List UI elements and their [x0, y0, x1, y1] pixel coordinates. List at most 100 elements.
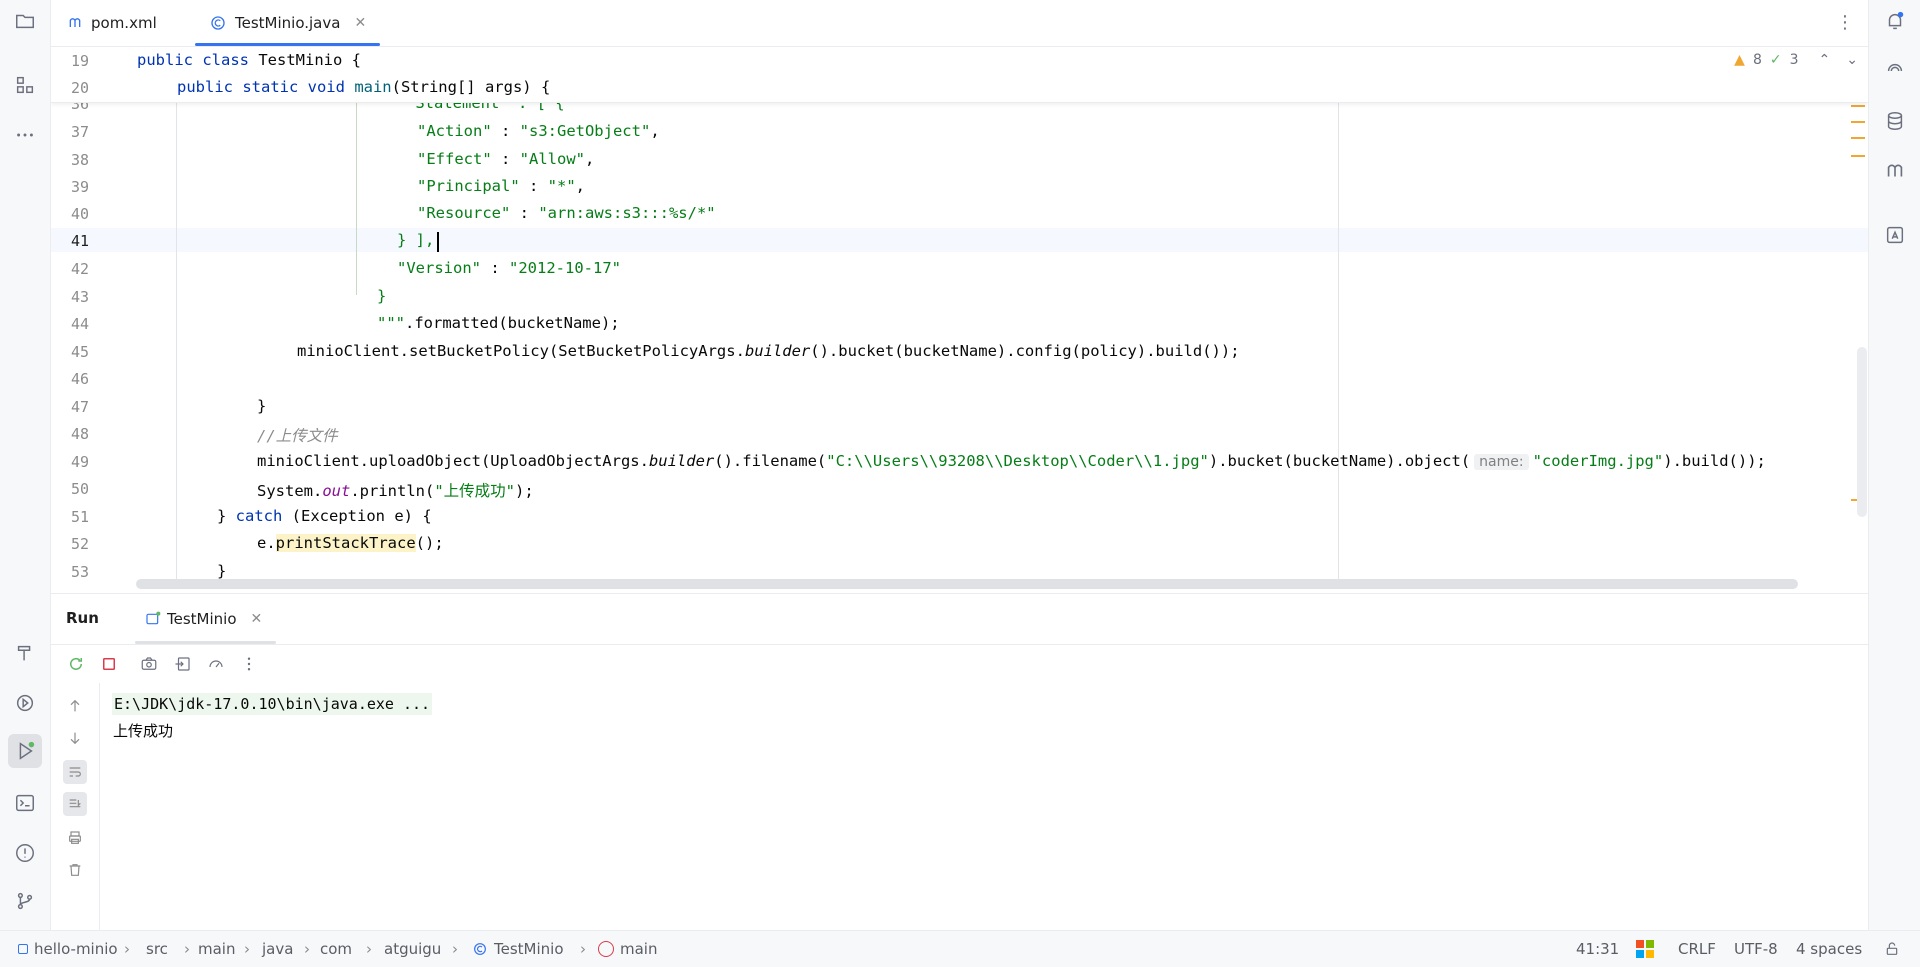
- print-icon[interactable]: [63, 826, 87, 850]
- file-encoding[interactable]: UTF-8: [1734, 931, 1778, 967]
- more-options-icon[interactable]: [238, 653, 260, 675]
- soft-wrap-icon[interactable]: [63, 760, 87, 784]
- chevron-down-icon[interactable]: ⌄: [1846, 52, 1858, 68]
- camera-icon[interactable]: [138, 653, 160, 675]
- code-line: public static void main(String[] args) {: [177, 78, 551, 96]
- line-number: 50: [70, 480, 89, 498]
- warning-marker[interactable]: [1851, 121, 1865, 123]
- method-icon: [598, 941, 614, 957]
- code-line: "Version" : "2012-10-17": [397, 259, 621, 277]
- warning-icon: ▲: [1734, 52, 1745, 68]
- right-tool-strip: [1868, 0, 1920, 930]
- current-line-highlight: [51, 228, 1868, 252]
- chevron-up-icon[interactable]: ⌃: [1819, 52, 1831, 68]
- translate-icon[interactable]: [1878, 218, 1912, 252]
- breadcrumb-com[interactable]: com: [320, 931, 352, 967]
- tab-testminio-java[interactable]: TestMinio.java ✕: [195, 0, 381, 46]
- status-bar: hello-minio › src › main › java › com › …: [0, 930, 1920, 967]
- breadcrumb-src[interactable]: src: [146, 931, 168, 967]
- breadcrumb-project[interactable]: hello-minio: [18, 931, 118, 967]
- check-icon: ✓: [1769, 52, 1782, 68]
- ai-assistant-icon[interactable]: [1878, 54, 1912, 88]
- code-line: }: [217, 562, 227, 580]
- chevron-right-icon: ›: [452, 940, 458, 958]
- rerun-icon[interactable]: [65, 653, 87, 675]
- code-line: "Action" : "s3:GetObject",: [417, 122, 660, 140]
- right-margin-guide: [1338, 102, 1339, 582]
- more-tools-icon[interactable]: [8, 118, 42, 152]
- maven-icon[interactable]: [1878, 154, 1912, 188]
- line-number: 43: [70, 288, 89, 306]
- code-line: "Principal" : "*",: [417, 177, 585, 195]
- run-panel-header: Run TestMinio ✕: [51, 594, 1868, 645]
- editor-tab-bar: pom.xml TestMinio.java ✕ ⋮: [51, 0, 1868, 47]
- build-hammer-icon[interactable]: [8, 636, 42, 670]
- line-number: 39: [70, 178, 89, 196]
- code-line: System.out.println("上传成功");: [257, 482, 534, 500]
- terminal-icon[interactable]: [8, 786, 42, 820]
- tab-testminio-run[interactable]: TestMinio ✕: [131, 594, 277, 644]
- breadcrumb-java[interactable]: java: [262, 931, 293, 967]
- line-number: 38: [70, 151, 89, 169]
- console-output-line: 上传成功: [113, 722, 174, 740]
- arrow-down-icon[interactable]: [63, 726, 87, 750]
- horizontal-scrollbar[interactable]: [136, 579, 1798, 589]
- close-icon[interactable]: ✕: [354, 15, 366, 31]
- trash-icon[interactable]: [63, 858, 87, 882]
- parameter-hint: name:: [1474, 454, 1529, 470]
- run-tool-icon[interactable]: [8, 734, 42, 768]
- run-panel-title: Run: [66, 609, 99, 627]
- line-number: 48: [70, 425, 89, 443]
- structure-icon[interactable]: [8, 68, 42, 102]
- vertical-scrollbar[interactable]: [1857, 347, 1867, 517]
- restore-layout-icon[interactable]: [172, 653, 194, 675]
- windows-logo-icon[interactable]: [1636, 931, 1654, 967]
- line-number: 45: [70, 343, 89, 361]
- code-line: "Resource" : "arn:aws:s3:::%s/*": [417, 204, 716, 222]
- breadcrumb-testminio[interactable]: TestMinio: [472, 931, 564, 967]
- project-folder-icon[interactable]: [8, 4, 42, 38]
- git-icon[interactable]: [8, 884, 42, 918]
- breadcrumb-atguigu[interactable]: atguigu: [384, 931, 441, 967]
- code-line: e.printStackTrace();: [257, 534, 444, 552]
- active-tab-indicator: [195, 43, 381, 46]
- line-number: 46: [70, 370, 89, 388]
- database-icon[interactable]: [1878, 104, 1912, 138]
- breadcrumb-main[interactable]: main: [198, 931, 235, 967]
- check-count: 3: [1789, 52, 1799, 68]
- maven-icon: [67, 15, 83, 31]
- code-editor[interactable]: 19 public class TestMinio { 20 public st…: [51, 47, 1868, 592]
- profiler-icon[interactable]: [205, 653, 227, 675]
- active-tab-indicator: [135, 641, 277, 644]
- services-icon[interactable]: [8, 686, 42, 720]
- stop-icon[interactable]: [98, 653, 120, 675]
- inspection-widget[interactable]: ▲ 8 ✓ 3 ⌃ ⌄: [1734, 47, 1858, 73]
- warning-marker[interactable]: [1851, 137, 1865, 139]
- line-ending[interactable]: CRLF: [1678, 931, 1716, 967]
- close-icon[interactable]: ✕: [251, 611, 263, 627]
- line-number: 37: [70, 123, 89, 141]
- code-line: public class TestMinio {: [137, 51, 361, 69]
- tab-pom-xml[interactable]: pom.xml: [67, 0, 157, 46]
- arrow-up-icon[interactable]: [63, 694, 87, 718]
- tab-label: pom.xml: [91, 14, 157, 32]
- warning-count: 8: [1752, 52, 1762, 68]
- chevron-right-icon: ›: [366, 940, 372, 958]
- chevron-right-icon: ›: [304, 940, 310, 958]
- lock-icon[interactable]: [1884, 931, 1900, 967]
- indent-setting[interactable]: 4 spaces: [1796, 931, 1862, 967]
- code-line: }: [377, 287, 387, 305]
- code-line: }: [257, 397, 267, 415]
- more-options-icon[interactable]: ⋮: [1836, 12, 1854, 33]
- problems-icon[interactable]: [8, 836, 42, 870]
- caret-position[interactable]: 41:31: [1576, 931, 1619, 967]
- breadcrumb-method-main[interactable]: main: [598, 931, 657, 967]
- scroll-to-end-icon[interactable]: [63, 792, 87, 816]
- notifications-icon[interactable]: [1878, 4, 1912, 38]
- java-class-icon: [209, 14, 227, 32]
- tab-label: TestMinio.java: [235, 14, 341, 32]
- line-number: 44: [70, 315, 89, 333]
- warning-marker[interactable]: [1851, 155, 1865, 157]
- code-line: "Effect" : "Allow",: [417, 150, 595, 168]
- warning-marker[interactable]: [1851, 105, 1865, 107]
